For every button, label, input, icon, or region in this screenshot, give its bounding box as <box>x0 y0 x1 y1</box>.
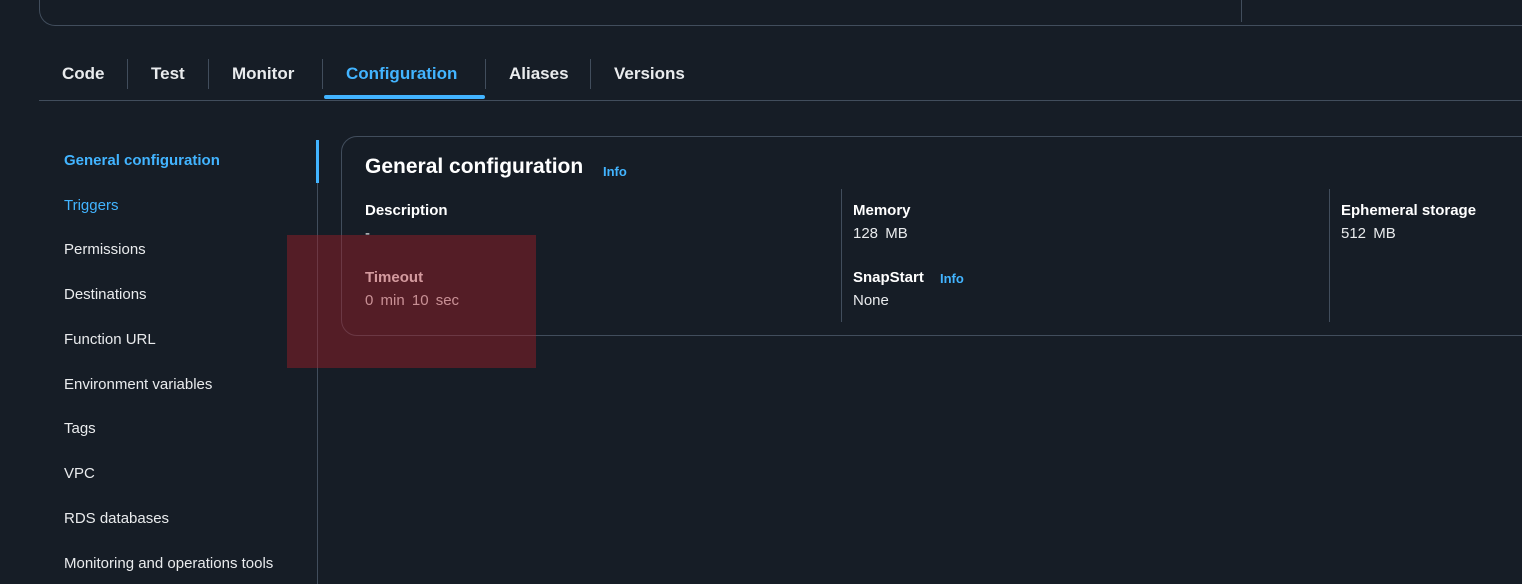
ephemeral-storage-label: Ephemeral storage <box>1341 202 1477 219</box>
side-nav-active-indicator <box>316 140 319 183</box>
nav-monitoring-tools[interactable]: Monitoring and operations tools <box>64 555 273 572</box>
column-divider <box>841 189 842 322</box>
snapstart-info-link[interactable]: Info <box>940 271 964 286</box>
tab-test[interactable]: Test <box>151 48 185 100</box>
function-tabs: Code Test Monitor Configuration Aliases … <box>39 48 1522 101</box>
tab-monitor[interactable]: Monitor <box>232 48 294 100</box>
description-label: Description <box>365 202 448 219</box>
memory-label: Memory <box>853 202 911 219</box>
title-info-link[interactable]: Info <box>603 164 627 179</box>
tab-separator <box>485 59 486 89</box>
nav-tags[interactable]: Tags <box>64 420 96 437</box>
active-tab-indicator <box>324 95 485 99</box>
nav-general-configuration[interactable]: General configuration <box>64 152 220 169</box>
nav-rds-databases[interactable]: RDS databases <box>64 510 169 527</box>
tab-separator <box>322 59 323 89</box>
ephemeral-storage-value: 512 MB <box>1341 225 1396 242</box>
nav-destinations[interactable]: Destinations <box>64 286 147 303</box>
snapstart-value: None <box>853 292 889 309</box>
nav-permissions[interactable]: Permissions <box>64 241 146 258</box>
tab-code[interactable]: Code <box>62 48 105 100</box>
tab-separator <box>127 59 128 89</box>
tab-separator <box>208 59 209 89</box>
panel-title: General configuration <box>365 155 584 178</box>
card-divider <box>1241 0 1242 22</box>
timeout-highlight-overlay <box>287 235 536 368</box>
nav-environment-variables[interactable]: Environment variables <box>64 376 212 393</box>
nav-vpc[interactable]: VPC <box>64 465 95 482</box>
tab-aliases[interactable]: Aliases <box>509 48 569 100</box>
function-overview-card <box>39 0 1522 26</box>
tab-versions[interactable]: Versions <box>614 48 685 100</box>
tab-configuration[interactable]: Configuration <box>346 48 457 100</box>
column-divider <box>1329 189 1330 322</box>
snapstart-label: SnapStart <box>853 269 924 286</box>
tab-separator <box>590 59 591 89</box>
memory-value: 128 MB <box>853 225 908 242</box>
nav-function-url[interactable]: Function URL <box>64 331 156 348</box>
nav-triggers[interactable]: Triggers <box>64 197 118 214</box>
